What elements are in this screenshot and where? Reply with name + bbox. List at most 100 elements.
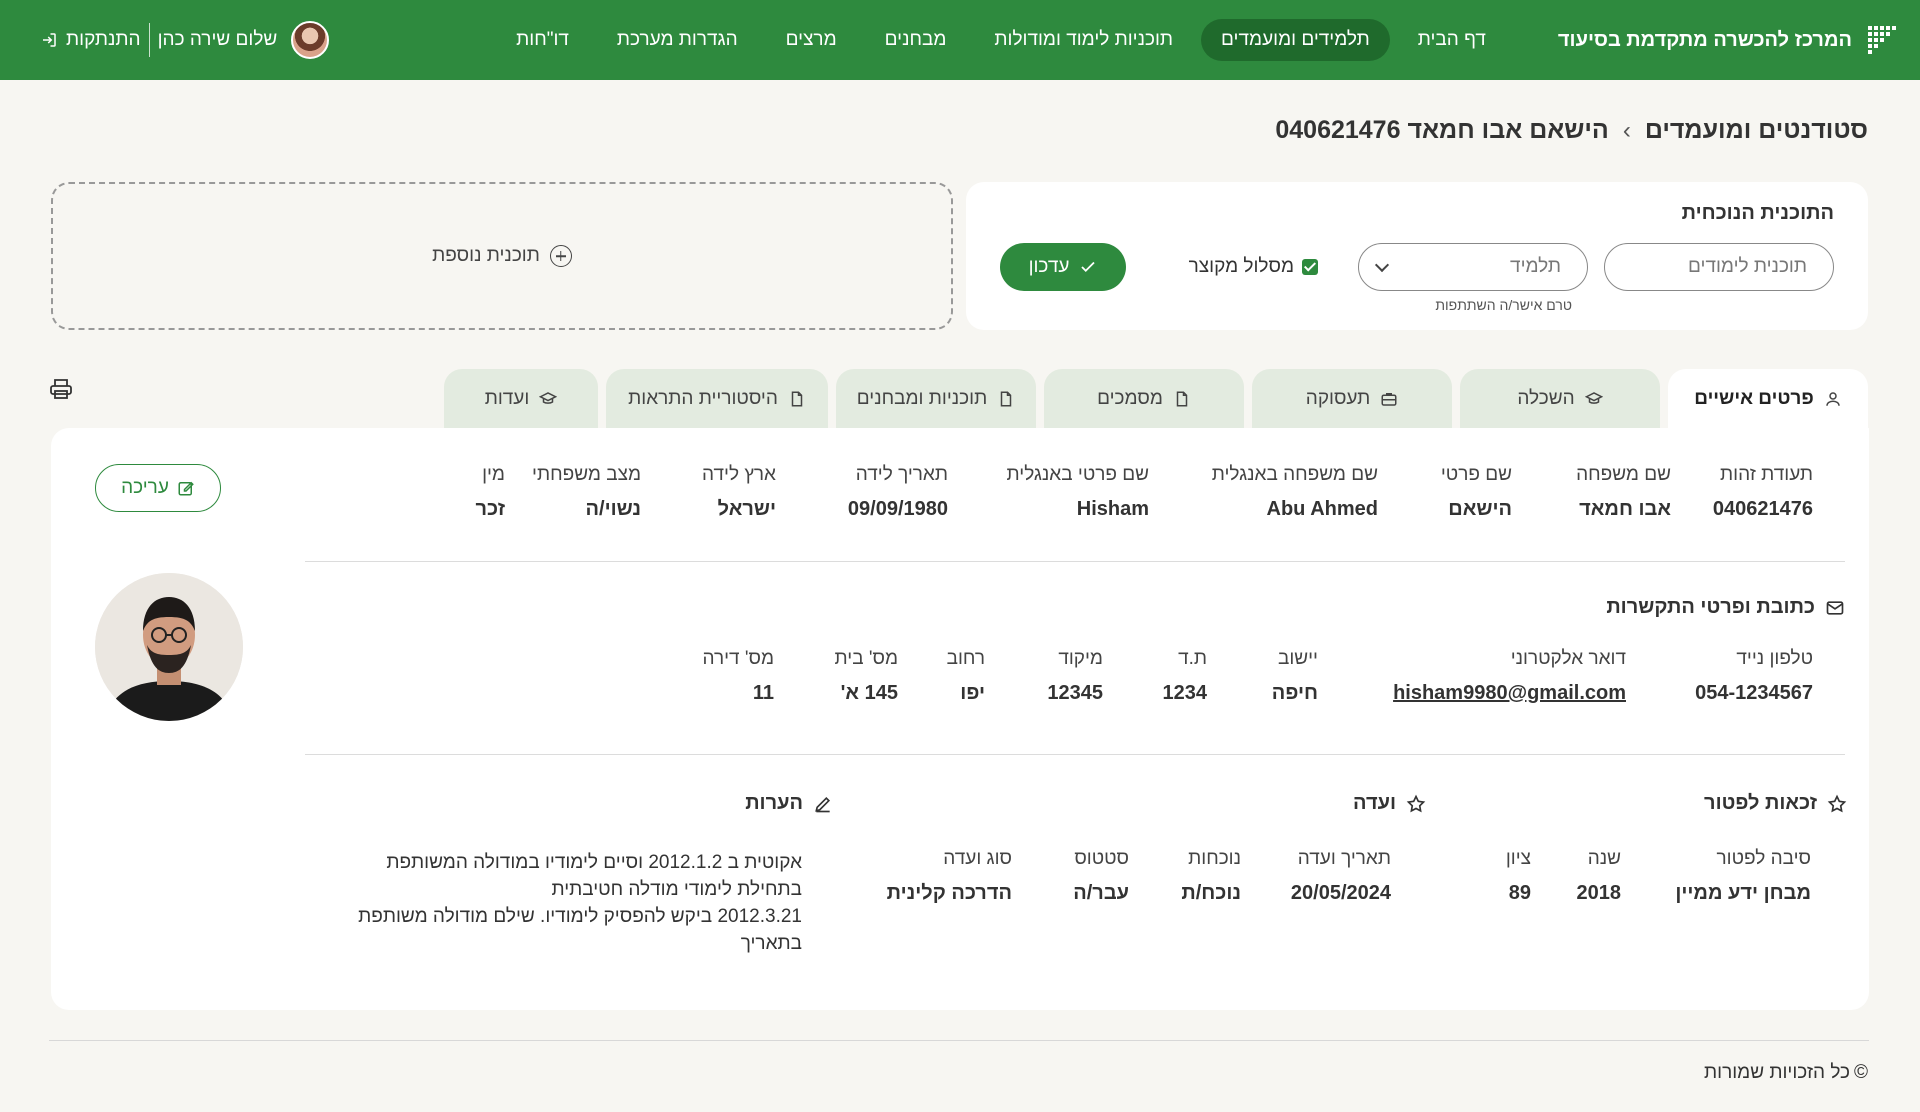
field-label: שם פרטי [1440,464,1512,485]
field-committee-status: סטטוס עבר/ה [1012,848,1129,905]
copyright: © כל הזכויות שמורות [1704,1062,1868,1084]
field-value: Hisham [1076,498,1149,520]
personal-fields: תעודת זהות 040621476 שם משפחה אבו חמאד ש… [425,464,1814,521]
profile-tabs: פרטים אישיים השכלה תעסוקה מסמכים תוכניות… [444,369,1868,429]
role-select[interactable]: תלמיד [1358,243,1588,291]
tab-employment[interactable]: תעסוקה [1252,369,1452,429]
field-label: רחוב [946,648,985,669]
field-value: 2018 [1576,882,1622,904]
topbar-divider [148,23,150,57]
program-select[interactable]: תוכנית לימודים [1604,243,1834,291]
field-label: שנה [1587,848,1621,869]
tab-label: תעסוקה [1305,388,1371,409]
nav-home[interactable]: דף הבית [1398,19,1506,61]
pencil-icon[interactable] [813,794,833,814]
field-label: מס' דירה [702,648,774,669]
program-select-placeholder: תוכנית לימודים [1688,256,1807,277]
field-value: נשוי/ה [585,498,641,520]
tab-documents[interactable]: מסמכים [1044,369,1244,429]
field-birth-country: ארץ לידה ישראל [641,464,776,521]
checkbox-checked-icon[interactable] [1302,259,1318,275]
field-value: 054-1234567 [1695,682,1813,704]
field-first-name-english: שם פרטי באנגלית Hisham [948,464,1149,521]
nav-students-candidates[interactable]: תלמידים ומועמדים [1201,19,1390,61]
field-value: 09/09/1980 [847,498,948,520]
brand-name: המרכז להכשרה מתקדמת בסיעוד [1557,28,1852,51]
logout-button[interactable]: התנתקות [40,29,141,51]
field-value: יפו [960,682,985,704]
breadcrumb: סטודנטים ומועמדים › הישאם אבו חמאד 04062… [1275,116,1868,145]
field-value: 20/05/2024 [1290,882,1391,904]
user-menu[interactable]: שלום שירה כהן [158,21,330,59]
field-label: מס' בית [834,648,898,669]
current-program-title: התוכנית הנוכחית [1681,202,1834,224]
field-apartment-number: מס' דירה 11 [684,648,774,705]
tab-label: ועדות [484,388,530,409]
field-value: 040621476 [1712,498,1813,520]
edit-button-label: עריכה [121,477,169,498]
star-icon [1827,794,1847,812]
copyright-icon: © [1854,1062,1868,1083]
tab-education[interactable]: השכלה [1460,369,1660,429]
briefcase-icon [1381,393,1397,406]
field-value: נוכח/ת [1181,882,1241,904]
current-program-row: תוכנית לימודים תלמיד מסלול מקוצר עדכון [1000,243,1834,291]
field-label: טלפון נייד [1736,648,1813,669]
field-label: ציון [1505,848,1531,869]
tab-label: מסמכים [1097,388,1163,409]
print-icon[interactable] [49,378,73,400]
nav-exams[interactable]: מבחנים [865,19,967,61]
nav-programs-modules[interactable]: תוכניות לימוד ומודולות [974,19,1193,61]
field-id: תעודת זהות 040621476 [1671,464,1813,521]
field-label: דואר אלקטרוני [1510,648,1626,669]
tab-label: היסטוריית התראות [628,388,778,409]
field-value: 89 [1508,882,1531,904]
field-value: 11 [752,682,774,704]
current-program-card: התוכנית הנוכחית תוכנית לימודים תלמיד מסל… [966,182,1868,330]
field-mobile-phone: טלפון נייד 054-1234567 [1626,648,1813,705]
section-title-label: הערות [745,792,803,814]
edit-button[interactable]: עריכה [95,464,221,512]
email-link[interactable]: hisham9980@gmail.com [1393,682,1626,705]
notes-line: אקוטית ב 2012.1.2 וסיים לימודיו במודולה … [386,852,802,873]
field-marital-status: מצב משפחתי נשוי/ה [505,464,641,521]
field-street: רחוב יפו [898,648,985,705]
field-committee-date: תאריך ועדה 20/05/2024 [1241,848,1391,905]
tab-alerts-history[interactable]: היסטוריית התראות [606,369,828,429]
tab-programs-exams[interactable]: תוכניות ומבחנים [836,369,1036,429]
field-value: מבחן ידע ממיין [1675,882,1811,904]
field-last-name-english: שם משפחה באנגלית Abu Ahmed [1149,464,1378,521]
field-committee-attendance: נוכחות נוכח/ת [1129,848,1241,905]
breadcrumb-root[interactable]: סטודנטים ומועמדים [1645,116,1868,145]
star-icon [1406,794,1426,812]
user-icon [1826,392,1840,406]
field-label: מיקוד [1058,648,1103,669]
nav-lecturers[interactable]: מרצים [766,19,857,61]
brand[interactable]: המרכז להכשרה מתקדמת בסיעוד [1558,23,1896,57]
field-label: סטטוס [1074,848,1129,869]
update-button[interactable]: עדכון [1000,243,1126,291]
add-program-button[interactable]: תוכנית נוספת [51,182,953,330]
nav-reports[interactable]: דו"חות [496,19,589,61]
notes-line: בתאריך [740,933,802,954]
section-title-label: כתובת ופרטי התקשרות [1606,596,1815,618]
field-value: Abu Ahmed [1266,498,1378,520]
nav-system-settings[interactable]: הגדרות מערכת [597,19,758,61]
check-icon [1081,261,1096,273]
short-track-checkbox[interactable]: מסלול מקוצר [1189,256,1318,278]
contact-section-title: כתובת ופרטי התקשרות [1606,596,1845,619]
committee-section-title: ועדה [1353,792,1426,815]
field-label: ארץ לידה [702,464,776,485]
field-value: הדרכה קלינית [886,882,1012,904]
brand-logo-icon [1862,23,1896,57]
tab-committees[interactable]: ועדות [444,369,598,429]
committee-fields: תאריך ועדה 20/05/2024 נוכחות נוכח/ת סטטו… [872,848,1391,905]
breadcrumb-separator-icon: › [1622,116,1631,144]
graduation-cap-icon [1584,392,1603,404]
tab-personal-details[interactable]: פרטים אישיים [1668,369,1868,429]
field-value: 1234 [1162,682,1208,704]
field-value: חיפה [1271,682,1318,704]
field-gender: מין זכר [425,464,506,521]
document-icon [1176,391,1188,407]
field-label: תאריך ועדה [1297,848,1391,869]
